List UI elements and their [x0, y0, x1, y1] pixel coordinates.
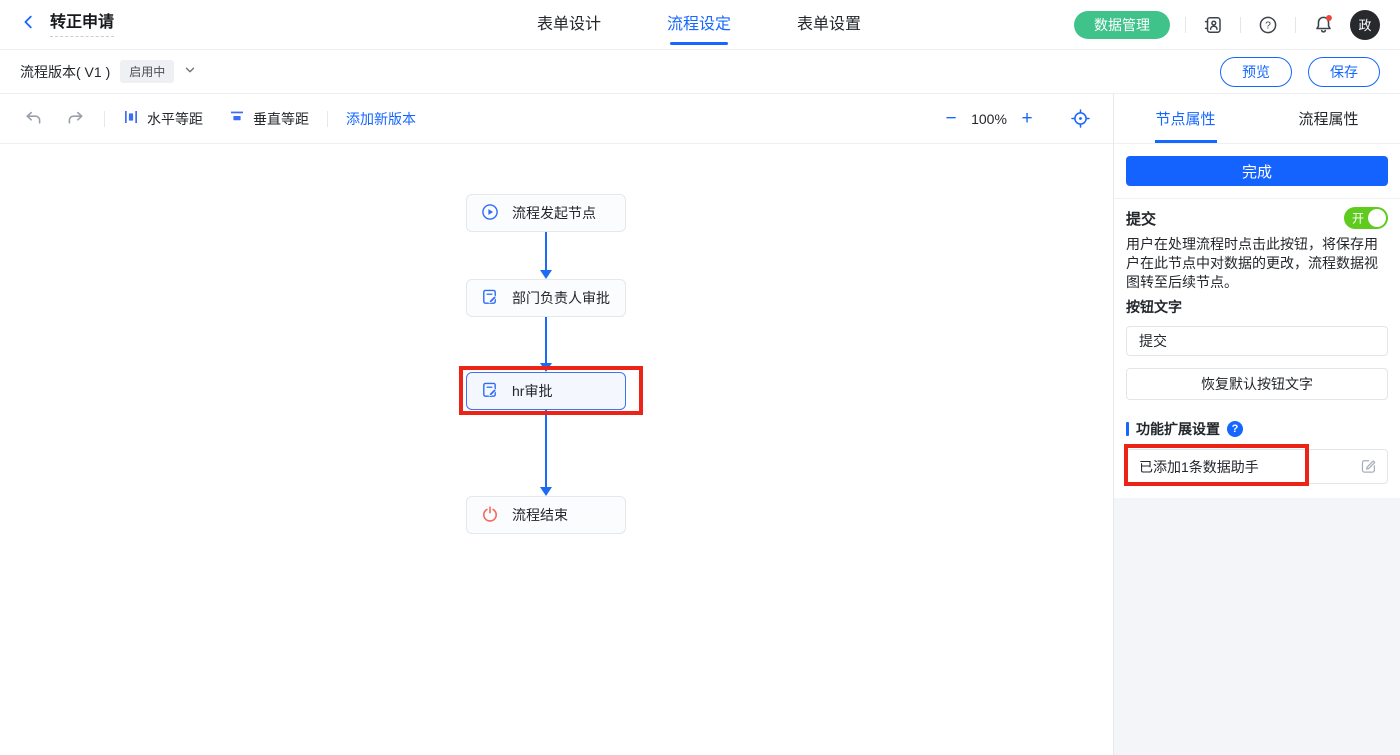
- extension-section-title: 功能扩展设置: [1136, 421, 1220, 437]
- divider: [327, 110, 328, 127]
- flow-node-hr-approval[interactable]: hr审批: [466, 372, 626, 410]
- fit-center-icon[interactable]: [1069, 108, 1091, 130]
- app-root: 转正申请 表单设计 流程设定 表单设置 数据管理 ? 政 流程版本(V1) …: [0, 0, 1400, 755]
- complete-button[interactable]: 完成: [1126, 156, 1388, 186]
- flow-node-label: 部门负责人审批: [512, 290, 610, 306]
- extension-section-header: 功能扩展设置 ?: [1126, 420, 1388, 438]
- vertical-spacing-icon: [229, 109, 245, 128]
- user-avatar[interactable]: 政: [1350, 9, 1380, 40]
- divider: [1240, 16, 1241, 33]
- version-bar: 流程版本( V1 ) 启用中 预览 保存: [0, 50, 1400, 94]
- header-actions: 数据管理 ? 政: [1074, 9, 1380, 40]
- zoom-level: 100%: [971, 110, 1007, 127]
- connector-line: [545, 232, 547, 271]
- divider: [1185, 16, 1186, 33]
- canvas-column: 水平等距 垂直等距 添加新版本 − 100% + 流程发起节点 部门负责人审批 …: [0, 94, 1113, 755]
- notification-bell-icon[interactable]: [1311, 13, 1335, 37]
- contacts-book-icon[interactable]: [1201, 13, 1225, 37]
- doc-edit-icon: [481, 288, 499, 309]
- panel-content: 完成 提交 开 用户在处理流程时点击此按钮，将保存用户在此节点中对数据的更改，流…: [1114, 144, 1400, 498]
- vertical-spacing-button[interactable]: 垂直等距: [229, 109, 309, 129]
- submit-row: 提交 开: [1126, 207, 1388, 229]
- add-version-link[interactable]: 添加新版本: [346, 109, 416, 129]
- tab-form-design[interactable]: 表单设计: [537, 0, 601, 50]
- main-tabs: 表单设计 流程设定 表单设置: [537, 0, 861, 50]
- zoom-controls: − 100% +: [939, 108, 1091, 130]
- workspace: 水平等距 垂直等距 添加新版本 − 100% + 流程发起节点 部门负责人审批 …: [0, 94, 1400, 755]
- toggle-knob: [1368, 209, 1386, 227]
- flow-canvas[interactable]: 流程发起节点 部门负责人审批 hr审批 流程结束: [0, 144, 1113, 755]
- flow-node-label: 流程发起节点: [512, 205, 596, 221]
- data-assistant-value: 已添加1条数据助手: [1139, 458, 1259, 475]
- status-badge: 启用中: [120, 60, 175, 83]
- divider: [1295, 16, 1296, 33]
- restore-default-button[interactable]: 恢复默认按钮文字: [1126, 368, 1388, 400]
- properties-panel: 节点属性 流程属性 完成 提交 开 用户在处理流程时点击此按钮，将保存用户在此节…: [1113, 94, 1400, 755]
- redo-icon[interactable]: [64, 108, 86, 130]
- page-title[interactable]: 转正申请: [50, 13, 115, 37]
- power-icon: [481, 505, 499, 526]
- play-icon: [481, 203, 499, 224]
- connector-arrow-icon: [540, 270, 552, 279]
- canvas-toolbar: 水平等距 垂直等距 添加新版本 − 100% +: [0, 94, 1113, 144]
- flow-node-start[interactable]: 流程发起节点: [466, 194, 626, 232]
- horizontal-spacing-icon: [123, 109, 139, 128]
- chevron-down-icon: [183, 63, 197, 80]
- data-manage-button[interactable]: 数据管理: [1074, 10, 1170, 39]
- vertical-spacing-label: 垂直等距: [253, 110, 309, 127]
- connector-arrow-icon: [540, 487, 552, 496]
- data-assistant-field[interactable]: 已添加1条数据助手: [1126, 449, 1388, 484]
- svg-text:?: ?: [1265, 19, 1271, 31]
- save-button[interactable]: 保存: [1308, 56, 1380, 87]
- horizontal-spacing-label: 水平等距: [147, 110, 203, 127]
- back-chevron-icon: [20, 13, 38, 36]
- tab-form-setting[interactable]: 表单设置: [797, 0, 861, 50]
- connector-line: [545, 317, 547, 364]
- flow-node-dept-approval[interactable]: 部门负责人审批: [466, 279, 626, 317]
- question-mark-icon[interactable]: ?: [1227, 421, 1243, 437]
- flow-node-label: hr审批: [512, 383, 553, 399]
- help-icon[interactable]: ?: [1256, 13, 1280, 37]
- section-accent-bar: [1126, 422, 1129, 436]
- connector-line: [545, 410, 547, 488]
- button-text-label: 按钮文字: [1126, 299, 1182, 315]
- divider: [104, 110, 105, 127]
- preview-button[interactable]: 预览: [1220, 56, 1292, 87]
- version-actions: 预览 保存: [1220, 56, 1380, 87]
- toggle-on-label: 开: [1352, 211, 1365, 226]
- submit-description: 用户在处理流程时点击此按钮，将保存用户在此节点中对数据的更改，流程数据视图转至后…: [1126, 236, 1378, 290]
- panel-tabs: 节点属性 流程属性: [1114, 94, 1400, 144]
- edit-pencil-icon[interactable]: [1360, 457, 1377, 477]
- submit-label: 提交: [1126, 210, 1157, 228]
- back-button[interactable]: [20, 13, 38, 36]
- zoom-out-button[interactable]: −: [939, 108, 963, 129]
- undo-icon[interactable]: [22, 108, 44, 130]
- tab-node-properties[interactable]: 节点属性: [1114, 94, 1257, 143]
- button-text-input[interactable]: 提交: [1126, 326, 1388, 356]
- flow-node-label: 流程结束: [512, 507, 568, 523]
- doc-edit-icon: [481, 381, 499, 402]
- horizontal-spacing-button[interactable]: 水平等距: [123, 109, 203, 129]
- flow-node-end[interactable]: 流程结束: [466, 496, 626, 534]
- tab-flow-properties[interactable]: 流程属性: [1257, 94, 1400, 143]
- connector-arrow-icon: [540, 363, 552, 372]
- top-header: 转正申请 表单设计 流程设定 表单设置 数据管理 ? 政: [0, 0, 1400, 50]
- submit-toggle[interactable]: 开: [1344, 207, 1388, 229]
- zoom-in-button[interactable]: +: [1015, 108, 1039, 129]
- divider: [1114, 198, 1400, 199]
- tab-flow-setting[interactable]: 流程设定: [667, 0, 731, 50]
- version-dropdown-trigger[interactable]: [183, 63, 197, 80]
- version-label: 流程版本( V1 ): [20, 63, 111, 80]
